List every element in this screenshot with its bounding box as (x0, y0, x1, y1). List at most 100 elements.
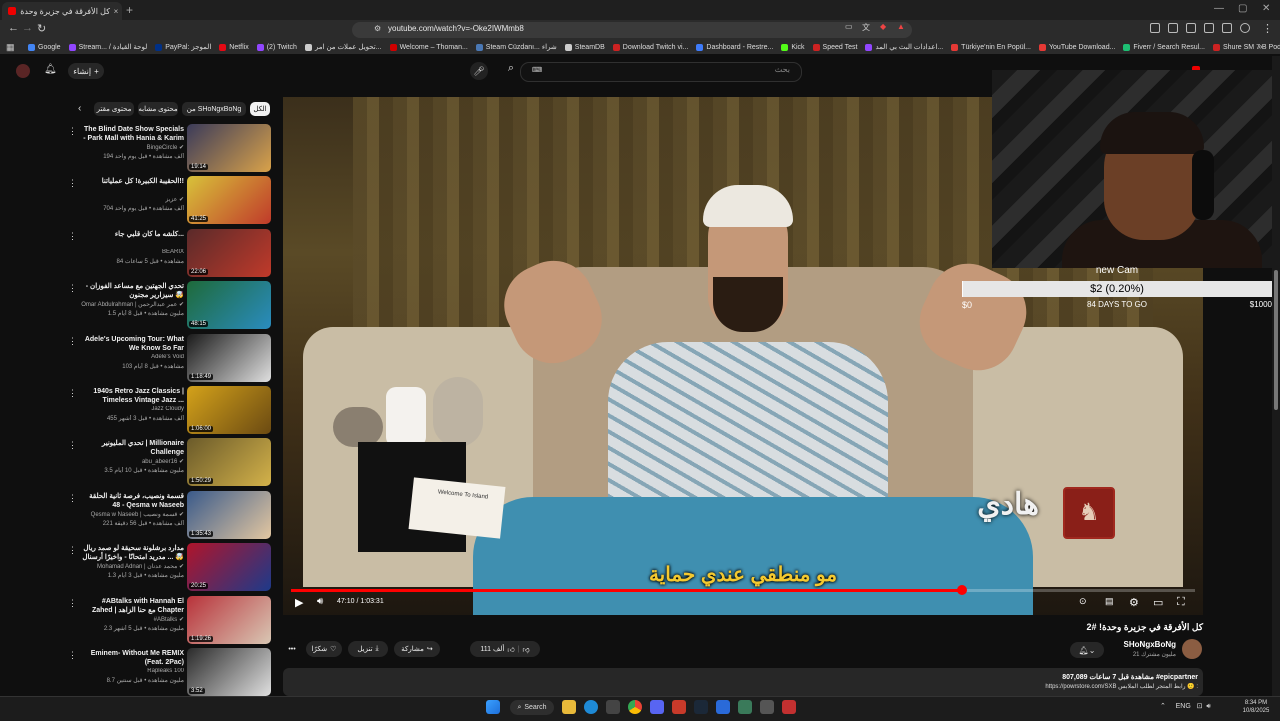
chip-related[interactable]: محتوى مشابه (138, 102, 178, 116)
video-thumbnail[interactable]: 1:18:49 (187, 333, 271, 382)
apps-grid-icon[interactable]: ▦ (6, 42, 15, 53)
bookmark-item[interactable]: Dashboard - Restre... (696, 43, 773, 51)
maximize-button[interactable]: ▢ (1238, 3, 1247, 14)
reload-icon[interactable]: ↻ (37, 22, 46, 35)
video-thumbnail[interactable]: 1:50:29 (187, 438, 271, 487)
recommendation-channel[interactable]: Rapleaks 100 (80, 668, 184, 674)
recommendation-title[interactable]: كلشه ما كان قلبي جاء... (80, 230, 184, 239)
theater-mode-icon[interactable]: ▭ (1153, 596, 1163, 609)
video-thumbnail[interactable]: 1:35:43 (187, 490, 271, 539)
autoplay-toggle-icon[interactable]: ⊙ (1079, 596, 1087, 607)
settings-gear-icon[interactable]: ⚙ (1129, 596, 1139, 609)
create-button[interactable]: إنشاء + (68, 63, 104, 79)
profile-icon[interactable] (1240, 23, 1250, 33)
recommendation-channel[interactable]: abu_abeer16 ✔ (80, 458, 184, 465)
recommendation-title[interactable]: Adele's Upcoming Tour: What We Know So F… (80, 335, 184, 353)
recommendation-item[interactable]: 1:19:26 #ABtalks with Hannah El Zahed | م… (64, 595, 274, 648)
recommendation-item[interactable]: 19:14 The Blind Date Show Specials - Park… (64, 124, 274, 176)
recommendation-item[interactable]: 1:06:00 1940s Retro Jazz Classics | Timel… (64, 386, 274, 438)
chrome-icon[interactable] (628, 700, 642, 714)
recommendation-item[interactable]: 1:18:49 Adele's Upcoming Tour: What We Kn… (64, 333, 274, 386)
clock[interactable]: 8:34 PM 10/8/2025 (1236, 699, 1276, 715)
app-icon[interactable] (672, 700, 686, 714)
recommendation-channel[interactable]: Omar Abdulrahman | عمر عبدالرحمن ✔ (80, 301, 184, 308)
channel-name[interactable]: SHoNgxBoNg (1100, 640, 1176, 649)
recommendation-item[interactable]: 20:25 مدارد برشلونة سحيقة لو صمد ريال مدر… (64, 543, 274, 595)
browser-tab[interactable]: كل الأفرقة في جزيرة وحدة! #2 × (2, 2, 122, 20)
volume-tray-icon[interactable]: 🔊︎ (1206, 703, 1210, 710)
recommendation-title[interactable]: Eminem- Without Me REMIX (Feat. 2Pac) (80, 649, 184, 667)
extensions-icon[interactable] (1150, 23, 1160, 33)
bookmark-item[interactable]: Steam Cüzdanı... شراء (475, 43, 557, 51)
close-window-button[interactable]: ✕ (1262, 3, 1270, 14)
app-icon[interactable] (716, 700, 730, 714)
more-options-icon[interactable]: ⋮ (68, 598, 77, 609)
more-options-icon[interactable]: ⋮ (68, 126, 77, 137)
recommendation-title[interactable]: تحدي الجهتين مع مساعد الفوزان - سيزارير … (80, 282, 184, 300)
volume-icon[interactable]: 🔊︎ (317, 596, 323, 607)
more-options-icon[interactable]: ⋮ (68, 336, 77, 347)
chips-scroll-left-icon[interactable]: ‹ (78, 103, 81, 114)
play-icon[interactable]: ▶ (295, 596, 303, 609)
site-info-icon[interactable]: ⚙ (374, 24, 381, 33)
share-button[interactable]: مشاركة ↪ (394, 641, 440, 657)
minimize-button[interactable]: — (1214, 3, 1224, 14)
extension-icon[interactable]: ◆ (880, 22, 886, 31)
notifications-bell-icon[interactable]: 🔔︎ (44, 64, 57, 75)
bookmark-item[interactable]: Stream... / لوحة القيادة (68, 43, 147, 51)
url-text[interactable]: youtube.com/watch?v=-Oke2IWMmb8 (388, 24, 524, 33)
video-thumbnail[interactable]: 48:15 (187, 281, 271, 330)
history-icon[interactable] (1186, 23, 1196, 33)
recommendation-channel[interactable]: عزيز ✔ (80, 196, 184, 203)
chip-all[interactable]: الكل (250, 102, 270, 116)
terminal-icon[interactable] (760, 700, 774, 714)
bookmark-item[interactable]: Download Twitch vi... (612, 43, 688, 51)
more-bookmarks-icon[interactable]: » (1258, 42, 1262, 51)
store-icon[interactable] (606, 700, 620, 714)
recommendation-channel[interactable]: BEARIX (80, 249, 184, 255)
steam-icon[interactable] (694, 700, 708, 714)
more-options-icon[interactable]: ⋮ (68, 388, 77, 399)
new-tab-button[interactable]: + (126, 3, 133, 17)
bookmark-item[interactable]: SteamDB (564, 43, 605, 51)
more-options-icon[interactable]: ⋮ (68, 545, 77, 556)
channel-avatar[interactable] (1182, 639, 1202, 659)
scrollbar-thumb[interactable] (1274, 270, 1278, 410)
edge-icon[interactable] (584, 700, 598, 714)
bookmark-item[interactable]: Türkiye'nin En Popül... (951, 43, 1031, 51)
discord-icon[interactable] (650, 700, 664, 714)
bookmark-item[interactable]: YouTube Download... (1039, 43, 1115, 51)
bookmark-item[interactable]: Shure SM 7 B Podca... (1213, 43, 1280, 51)
bookmark-item[interactable]: Kick (781, 43, 805, 51)
video-thumbnail[interactable]: 1:19:26 (187, 595, 271, 644)
app-icon[interactable] (738, 700, 752, 714)
cast-icon[interactable]: ▭ (845, 22, 853, 31)
bookmark-item[interactable]: Speed Test (812, 43, 857, 51)
video-thumbnail[interactable]: 19:14 (187, 124, 271, 172)
bookmark-item[interactable]: (2) Twitch (256, 43, 297, 51)
bookmark-item[interactable]: Fiverr / Search Resul... (1123, 43, 1205, 51)
subscribed-button[interactable]: 🔔︎ ⌄ (1070, 642, 1104, 658)
bookmark-item[interactable]: اعدادات البث بي المد... (865, 43, 943, 51)
more-options-icon[interactable]: ⋮ (68, 650, 77, 661)
recommendation-item[interactable]: 48:15 تحدي الجهتين مع مساعد الفوزان - سيز… (64, 281, 274, 333)
video-thumbnail[interactable]: 22:06 (187, 228, 271, 277)
bookmark-item[interactable]: Welcome – Thoman... (389, 43, 468, 51)
keyboard-icon[interactable]: ⌨ (532, 66, 542, 74)
subtitles-icon[interactable]: ▤ (1105, 596, 1114, 607)
windows-start-icon[interactable] (486, 700, 500, 714)
recommendation-channel[interactable]: Jazz Cloudy (80, 406, 184, 412)
recommendation-title[interactable]: The Blind Date Show Specials - Park Mall… (80, 125, 184, 143)
translate-icon[interactable]: 文 (862, 22, 870, 33)
download-icon[interactable] (1168, 23, 1178, 33)
recommendation-title[interactable]: 1940s Retro Jazz Classics | Timeless Vin… (80, 387, 184, 405)
chevron-up-icon[interactable]: ⌃ (1160, 703, 1166, 710)
recommendation-item[interactable]: 3:52 Eminem- Without Me REMIX (Feat. 2Pac… (64, 648, 274, 700)
more-options-icon[interactable]: ⋮ (68, 283, 77, 294)
sidebar-icon[interactable] (1204, 23, 1214, 33)
download-button[interactable]: تنزيل ⤓ (348, 641, 388, 657)
alert-icon[interactable]: ▲ (897, 22, 905, 31)
recommendation-title[interactable]: #ABtalks with Hannah El Zahed | مع حنا ا… (80, 597, 184, 615)
obs-icon[interactable] (782, 700, 796, 714)
language-indicator[interactable]: ENG (1176, 703, 1191, 710)
